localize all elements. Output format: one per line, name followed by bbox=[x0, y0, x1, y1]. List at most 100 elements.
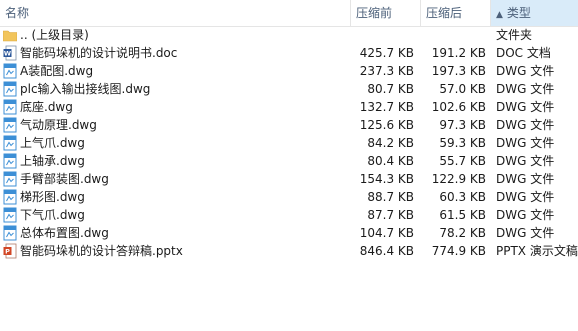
file-row[interactable]: A装配图.dwg 237.3 KB 197.3 KB DWG 文件 bbox=[0, 62, 578, 80]
file-name: 气动原理.dwg bbox=[20, 118, 97, 132]
file-name-cell: 手臂部装图.dwg bbox=[0, 170, 350, 188]
file-name: 手臂部装图.dwg bbox=[20, 172, 109, 186]
file-name-cell: 总体布置图.dwg bbox=[0, 224, 350, 242]
file-type: DWG 文件 bbox=[496, 226, 555, 240]
file-name-cell: 底座.dwg bbox=[0, 98, 350, 116]
file-row[interactable]: 气动原理.dwg 125.6 KB 97.3 KB DWG 文件 bbox=[0, 116, 578, 134]
dwg-file-icon bbox=[3, 207, 17, 223]
file-name: plc输入输出接线图.dwg bbox=[20, 82, 151, 96]
file-name: .. (上级目录) bbox=[20, 28, 89, 42]
file-name: A装配图.dwg bbox=[20, 64, 94, 78]
compressed-size: 104.7 KB bbox=[359, 226, 414, 240]
file-name-cell: .. (上级目录) bbox=[0, 26, 350, 44]
column-header-original[interactable]: 压缩后 bbox=[421, 0, 490, 26]
original-size: 60.3 KB bbox=[439, 190, 486, 204]
original-size: 57.0 KB bbox=[439, 82, 486, 96]
compressed-size: 80.4 KB bbox=[367, 154, 414, 168]
file-name: 智能码垛机的设计说明书.doc bbox=[20, 46, 178, 60]
file-name-cell: W 智能码垛机的设计说明书.doc bbox=[0, 44, 350, 62]
file-row[interactable]: 梯形图.dwg 88.7 KB 60.3 KB DWG 文件 bbox=[0, 188, 578, 206]
column-header-compressed[interactable]: 压缩前 bbox=[351, 0, 420, 26]
column-header-bar: 名称 压缩前 压缩后 ▲ 类型 bbox=[0, 0, 578, 27]
original-size: 191.2 KB bbox=[431, 46, 486, 60]
column-header-compressed-label: 压缩前 bbox=[356, 6, 393, 20]
file-row[interactable]: 手臂部装图.dwg 154.3 KB 122.9 KB DWG 文件 bbox=[0, 170, 578, 188]
file-row[interactable]: .. (上级目录) 文件夹 bbox=[0, 26, 578, 44]
compressed-size: 237.3 KB bbox=[359, 64, 414, 78]
file-name: 下气爪.dwg bbox=[20, 208, 85, 222]
dwg-file-icon bbox=[3, 153, 17, 169]
file-name-cell: 梯形图.dwg bbox=[0, 188, 350, 206]
dwg-file-icon bbox=[3, 225, 17, 241]
file-row[interactable]: 总体布置图.dwg 104.7 KB 78.2 KB DWG 文件 bbox=[0, 224, 578, 242]
dwg-file-icon bbox=[3, 189, 17, 205]
file-name-cell: P 智能码垛机的设计答辩稿.pptx bbox=[0, 242, 350, 260]
word-doc-icon: W bbox=[3, 45, 17, 61]
compressed-size: 132.7 KB bbox=[359, 100, 414, 114]
file-name-cell: plc输入输出接线图.dwg bbox=[0, 80, 350, 98]
file-row[interactable]: plc输入输出接线图.dwg 80.7 KB 57.0 KB DWG 文件 bbox=[0, 80, 578, 98]
file-type: DWG 文件 bbox=[496, 190, 555, 204]
file-type: DOC 文档 bbox=[496, 46, 551, 60]
file-type: DWG 文件 bbox=[496, 172, 555, 186]
compressed-size: 154.3 KB bbox=[359, 172, 414, 186]
file-name: 底座.dwg bbox=[20, 100, 73, 114]
dwg-file-icon bbox=[3, 63, 17, 79]
compressed-size: 125.6 KB bbox=[359, 118, 414, 132]
file-type: DWG 文件 bbox=[496, 64, 555, 78]
file-row[interactable]: 下气爪.dwg 87.7 KB 61.5 KB DWG 文件 bbox=[0, 206, 578, 224]
column-header-name-label: 名称 bbox=[5, 6, 30, 20]
column-header-type-label: 类型 bbox=[506, 6, 531, 20]
file-name-cell: 气动原理.dwg bbox=[0, 116, 350, 134]
file-list: .. (上级目录) 文件夹 W 智能码垛机的设计说明书.doc 425.7 KB 191.… bbox=[0, 26, 578, 260]
column-header-original-label: 压缩后 bbox=[426, 6, 463, 20]
original-size: 61.5 KB bbox=[439, 208, 486, 222]
file-type: DWG 文件 bbox=[496, 136, 555, 150]
file-row[interactable]: W 智能码垛机的设计说明书.doc 425.7 KB 191.2 KB DOC 文档 bbox=[0, 44, 578, 62]
file-name: 上气爪.dwg bbox=[20, 136, 85, 150]
column-header-type[interactable]: ▲ 类型 bbox=[491, 0, 578, 26]
file-row[interactable]: P 智能码垛机的设计答辩稿.pptx 846.4 KB 774.9 KB PPTX 演示… bbox=[0, 242, 578, 260]
original-size: 59.3 KB bbox=[439, 136, 486, 150]
original-size: 55.7 KB bbox=[439, 154, 486, 168]
pptx-file-icon: P bbox=[3, 243, 17, 259]
file-name: 梯形图.dwg bbox=[20, 190, 85, 204]
file-name-cell: 上轴承.dwg bbox=[0, 152, 350, 170]
original-size: 774.9 KB bbox=[431, 244, 486, 258]
original-size: 78.2 KB bbox=[439, 226, 486, 240]
original-size: 102.6 KB bbox=[431, 100, 486, 114]
file-name: 上轴承.dwg bbox=[20, 154, 85, 168]
file-name-cell: 下气爪.dwg bbox=[0, 206, 350, 224]
file-type: DWG 文件 bbox=[496, 82, 555, 96]
file-name-cell: 上气爪.dwg bbox=[0, 134, 350, 152]
file-type: PPTX 演示文稿 bbox=[496, 244, 578, 258]
file-type: DWG 文件 bbox=[496, 208, 555, 222]
compressed-size: 88.7 KB bbox=[367, 190, 414, 204]
file-row[interactable]: 上轴承.dwg 80.4 KB 55.7 KB DWG 文件 bbox=[0, 152, 578, 170]
file-name-cell: A装配图.dwg bbox=[0, 62, 350, 80]
dwg-file-icon bbox=[3, 81, 17, 97]
compressed-size: 87.7 KB bbox=[367, 208, 414, 222]
file-name: 总体布置图.dwg bbox=[20, 226, 109, 240]
sort-ascending-icon: ▲ bbox=[496, 10, 503, 20]
folder-up-icon bbox=[2, 27, 18, 43]
original-size: 122.9 KB bbox=[431, 172, 486, 186]
compressed-size: 425.7 KB bbox=[359, 46, 414, 60]
file-type: 文件夹 bbox=[496, 28, 533, 42]
compressed-size: 80.7 KB bbox=[367, 82, 414, 96]
compressed-size: 846.4 KB bbox=[359, 244, 414, 258]
svg-text:W: W bbox=[4, 50, 11, 58]
dwg-file-icon bbox=[3, 117, 17, 133]
compressed-size: 84.2 KB bbox=[367, 136, 414, 150]
file-type: DWG 文件 bbox=[496, 100, 555, 114]
file-type: DWG 文件 bbox=[496, 154, 555, 168]
svg-text:P: P bbox=[5, 248, 10, 256]
dwg-file-icon bbox=[3, 171, 17, 187]
file-name: 智能码垛机的设计答辩稿.pptx bbox=[20, 244, 183, 258]
file-row[interactable]: 底座.dwg 132.7 KB 102.6 KB DWG 文件 bbox=[0, 98, 578, 116]
file-row[interactable]: 上气爪.dwg 84.2 KB 59.3 KB DWG 文件 bbox=[0, 134, 578, 152]
dwg-file-icon bbox=[3, 99, 17, 115]
original-size: 97.3 KB bbox=[439, 118, 486, 132]
dwg-file-icon bbox=[3, 135, 17, 151]
column-header-name[interactable]: 名称 bbox=[0, 0, 350, 26]
